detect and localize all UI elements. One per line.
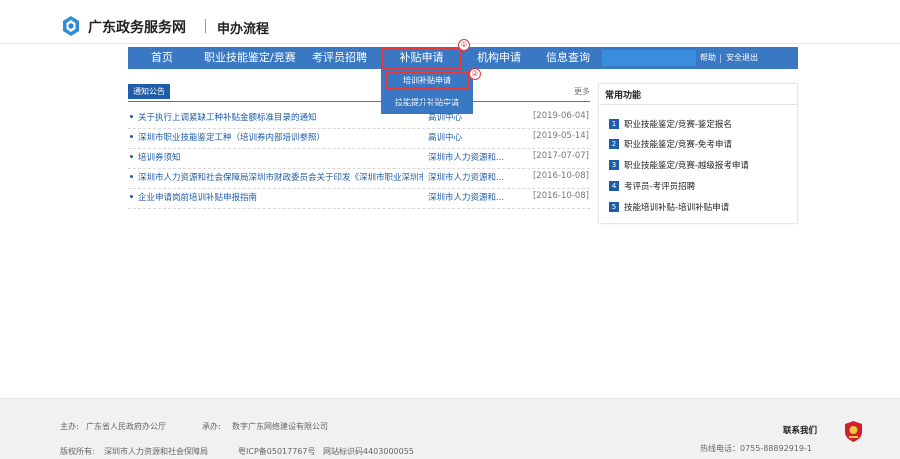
step-marker-1: ①: [458, 39, 470, 51]
bullet-icon: [130, 115, 133, 118]
notice-tag: 通知公告: [128, 84, 170, 99]
page-title: 申办流程: [217, 22, 270, 37]
site-title: 广东政务服务网: [88, 20, 186, 36]
function-label[interactable]: 职业技能鉴定/竞赛-鉴定报名: [624, 118, 732, 130]
function-number: 4: [609, 181, 619, 191]
notice-date: [2016-10-08]: [532, 191, 589, 201]
function-number: 3: [609, 160, 619, 170]
guangdong-logo-icon: [63, 16, 79, 36]
notice-source: 高训中心: [428, 113, 463, 123]
notice-panel: 通知公告 更多 关于执行上调紧缺工种补贴金额标准目录的通知 高训中心 [2019…: [128, 84, 590, 209]
notice-row[interactable]: 深圳市人力资源和社会保障局深圳市财政委员会关于印发《深圳市职业深圳市人力资源和.…: [128, 170, 590, 189]
notice-divider: [128, 101, 590, 102]
footer-host: 广东省人民政府办公厅: [86, 422, 166, 431]
footer-undertake: 数字广东网络建设有限公司: [232, 422, 328, 431]
function-label[interactable]: 技能培训补贴-培训补贴申请: [624, 201, 729, 213]
notice-title[interactable]: 培训券须知: [138, 151, 423, 163]
header: 广东政务服务网 申办流程: [0, 0, 900, 44]
nav-item-examiner-recruitment[interactable]: 考评员招聘: [312, 47, 367, 69]
footer-copyright-label: 版权所有:: [60, 447, 95, 456]
common-functions-panel: 常用功能 1 职业技能鉴定/竞赛-鉴定报名 2 职业技能鉴定/竞赛-免考申请 3…: [598, 83, 798, 224]
notice-title[interactable]: 企业申请岗前培训补贴申报指南: [138, 191, 423, 203]
footer: 主办: 广东省人民政府办公厅 承办: 数字广东网络建设有限公司 版权所有: 深圳…: [0, 398, 900, 459]
functions-title: 常用功能: [605, 91, 642, 101]
function-number: 1: [609, 119, 619, 129]
logout-link[interactable]: 安全退出: [726, 47, 758, 69]
bullet-icon: [130, 195, 133, 198]
function-label[interactable]: 考评员-考评员招聘: [624, 180, 695, 192]
function-item[interactable]: 5 技能培训补贴-培训补贴申请: [609, 201, 795, 215]
more-link[interactable]: 更多: [574, 86, 590, 97]
header-divider: [205, 19, 206, 33]
footer-copyright: 深圳市人力资源和社会保障局: [104, 447, 208, 456]
notice-row[interactable]: 培训券须知 深圳市人力资源和... [2017-07-07]: [128, 150, 590, 169]
function-item[interactable]: 1 职业技能鉴定/竞赛-鉴定报名: [609, 118, 795, 132]
step-marker-2: ②: [469, 68, 481, 80]
notice-row[interactable]: 企业申请岗前培训补贴申报指南 深圳市人力资源和... [2016-10-08]: [128, 190, 590, 209]
functions-divider: [599, 104, 797, 105]
notice-source: 深圳市人力资源和...: [428, 193, 505, 203]
notice-source: 深圳市人力资源和...: [428, 153, 505, 163]
search-input[interactable]: [602, 50, 696, 66]
help-link[interactable]: 帮助: [700, 47, 716, 69]
contact-us-link[interactable]: 联系我们: [783, 424, 817, 436]
bullet-icon: [130, 155, 133, 158]
notice-date: [2019-05-14]: [532, 131, 589, 141]
notice-title[interactable]: 深圳市职业技能鉴定工种（培训券内部培训参照）: [138, 131, 423, 143]
bullet-icon: [130, 135, 133, 138]
notice-date: [2019-06-04]: [532, 111, 589, 121]
notice-title[interactable]: 关于执行上调紧缺工种补贴金额标准目录的通知: [138, 111, 423, 123]
bullet-icon: [130, 175, 133, 178]
notice-title[interactable]: 深圳市人力资源和社会保障局深圳市财政委员会关于印发《深圳市职业深圳市人力资源和.…: [138, 171, 423, 183]
notice-row[interactable]: 关于执行上调紧缺工种补贴金额标准目录的通知 高训中心 [2019-06-04]: [128, 110, 590, 129]
notice-source: 高训中心: [428, 133, 463, 143]
footer-icp[interactable]: 粤ICP备05017767号: [238, 446, 316, 457]
function-item[interactable]: 3 职业技能鉴定/竞赛-越级报考申请: [609, 159, 795, 173]
function-item[interactable]: 4 考评员-考评员招聘: [609, 180, 795, 194]
notice-source: 深圳市人力资源和...: [428, 173, 505, 183]
notice-row[interactable]: 深圳市职业技能鉴定工种（培训券内部培训参照） 高训中心 [2019-05-14]: [128, 130, 590, 149]
function-label[interactable]: 职业技能鉴定/竞赛-免考申请: [624, 138, 732, 150]
footer-hotline: 热线电话：0755-88892919-1: [700, 444, 812, 453]
party-government-badge-icon[interactable]: [845, 421, 862, 442]
function-item[interactable]: 2 职业技能鉴定/竞赛-免考申请: [609, 138, 795, 152]
nav-item-home[interactable]: 首页: [151, 47, 173, 69]
footer-site-code: 网站标识码4403000055: [323, 447, 414, 456]
footer-undertake-label: 承办:: [202, 422, 221, 431]
notice-date: [2017-07-07]: [532, 151, 589, 161]
nav-item-skill-appraisal[interactable]: 职业技能鉴定/竞赛: [204, 47, 296, 69]
nav-item-subsidy-application[interactable]: 补贴申请: [381, 47, 462, 69]
function-number: 5: [609, 202, 619, 212]
notice-date: [2016-10-08]: [532, 171, 589, 181]
function-label[interactable]: 职业技能鉴定/竞赛-越级报考申请: [624, 159, 749, 171]
nav-item-institution-application[interactable]: 机构申请: [477, 47, 521, 69]
function-number: 2: [609, 139, 619, 149]
nav-divider: [720, 54, 721, 63]
footer-host-label: 主办:: [60, 422, 79, 431]
nav-item-info-query[interactable]: 信息查询: [546, 47, 590, 69]
